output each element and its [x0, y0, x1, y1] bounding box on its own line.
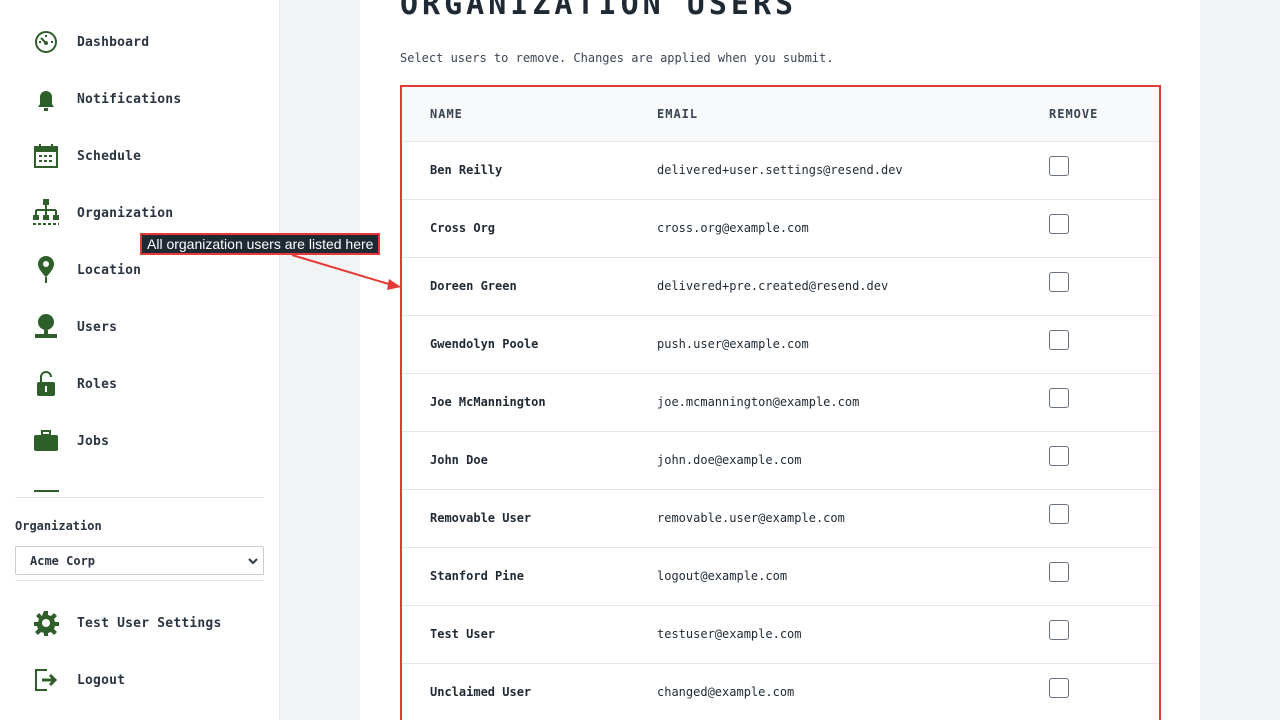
dashboard-icon: [30, 27, 62, 57]
sidebar-item-roles[interactable]: Roles: [30, 369, 260, 399]
location-pin-icon: [30, 255, 62, 285]
user-email: changed@example.com: [657, 685, 795, 699]
org-selected-value: Acme Corp: [30, 553, 96, 568]
table-row: John Doe john.doe@example.com: [402, 432, 1159, 490]
sidebar: Dashboard Notifications Schedule Organiz…: [0, 0, 280, 720]
users-table: NAME EMAIL REMOVE Ben Reilly delivered+u…: [400, 85, 1161, 720]
user-name: Ben Reilly: [430, 163, 503, 177]
column-header-name: NAME: [430, 107, 463, 121]
table-row: Test User testuser@example.com: [402, 606, 1159, 664]
remove-checkbox[interactable]: [1049, 504, 1069, 524]
sidebar-item-label: Notifications: [77, 91, 182, 107]
user-email: cross.org@example.com: [657, 221, 809, 235]
user-email: delivered+user.settings@resend.dev: [657, 163, 903, 177]
gear-icon: [30, 608, 62, 638]
remove-checkbox[interactable]: [1049, 678, 1069, 698]
user-email: delivered+pre.created@resend.dev: [657, 279, 889, 293]
sidebar-item-logout[interactable]: Logout: [30, 665, 260, 695]
sidebar-item-label: Roles: [77, 376, 118, 392]
table-row: Ben Reilly delivered+user.settings@resen…: [402, 142, 1159, 200]
remove-checkbox[interactable]: [1049, 214, 1069, 234]
remove-checkbox[interactable]: [1049, 620, 1069, 640]
remove-checkbox[interactable]: [1049, 330, 1069, 350]
user-email: joe.mcmannington@example.com: [657, 395, 860, 409]
sidebar-item-partial[interactable]: [30, 483, 260, 492]
sidebar-item-label: Organization: [77, 205, 174, 221]
remove-checkbox[interactable]: [1049, 562, 1069, 582]
user-name: Test User: [430, 627, 496, 641]
user-email: logout@example.com: [657, 569, 788, 583]
sidebar-item-label: Logout: [77, 672, 126, 688]
table-row: Gwendolyn Poole push.user@example.com: [402, 316, 1159, 374]
user-name: Doreen Green: [430, 279, 517, 293]
calendar-icon: [30, 141, 62, 171]
remove-checkbox[interactable]: [1049, 156, 1069, 176]
bell-icon: [30, 84, 62, 114]
column-header-remove: REMOVE: [1049, 107, 1099, 121]
user-name: Stanford Pine: [430, 569, 524, 583]
remove-checkbox[interactable]: [1049, 388, 1069, 408]
remove-checkbox[interactable]: [1049, 272, 1069, 292]
table-row: Stanford Pine logout@example.com: [402, 548, 1159, 606]
user-name: Joe McMannington: [430, 395, 546, 409]
chevron-down-icon: [247, 555, 259, 570]
sidebar-item-label: Users: [77, 319, 118, 335]
sidebar-item-label: Test User Settings: [77, 615, 222, 631]
sidebar-item-label: Schedule: [77, 148, 142, 164]
org-chart-icon: [30, 198, 62, 228]
logout-icon: [30, 665, 62, 695]
page-title: ORGANIZATION USERS: [400, 0, 798, 22]
sidebar-item-label: Dashboard: [77, 34, 150, 50]
table-header: NAME EMAIL REMOVE: [402, 87, 1159, 142]
annotation-callout: All organization users are listed here: [140, 233, 381, 255]
user-email: testuser@example.com: [657, 627, 802, 641]
sidebar-item-notifications[interactable]: Notifications: [30, 84, 260, 114]
sidebar-item-jobs[interactable]: Jobs: [30, 426, 260, 456]
remove-checkbox[interactable]: [1049, 446, 1069, 466]
user-name: Gwendolyn Poole: [430, 337, 539, 351]
page-subtitle: Select users to remove. Changes are appl…: [400, 51, 834, 65]
table-row: Joe McMannington joe.mcmannington@exampl…: [402, 374, 1159, 432]
table-row: Unclaimed User changed@example.com: [402, 664, 1159, 720]
user-email: push.user@example.com: [657, 337, 809, 351]
table-row: Doreen Green delivered+pre.created@resen…: [402, 258, 1159, 316]
sidebar-divider: [15, 580, 264, 581]
clipboard-icon: [30, 483, 62, 492]
user-name: Removable User: [430, 511, 532, 525]
user-email: removable.user@example.com: [657, 511, 845, 525]
user-email: john.doe@example.com: [657, 453, 802, 467]
sidebar-item-organization[interactable]: Organization: [30, 198, 260, 228]
sidebar-divider: [15, 497, 264, 498]
table-row: Cross Org cross.org@example.com: [402, 200, 1159, 258]
user-name: Cross Org: [430, 221, 496, 235]
sidebar-item-test-user-settings[interactable]: Test User Settings: [30, 608, 260, 638]
sidebar-item-users[interactable]: Users: [30, 312, 260, 342]
user-name: Unclaimed User: [430, 685, 532, 699]
sidebar-item-location[interactable]: Location: [30, 255, 260, 285]
sidebar-item-label: Location: [77, 262, 142, 278]
sidebar-item-schedule[interactable]: Schedule: [30, 141, 260, 171]
org-label: Organization: [15, 519, 102, 533]
table-row: Removable User removable.user@example.co…: [402, 490, 1159, 548]
sidebar-item-label: Jobs: [77, 433, 110, 449]
briefcase-icon: [30, 426, 62, 456]
column-header-email: EMAIL: [657, 107, 699, 121]
user-name: John Doe: [430, 453, 488, 467]
organization-select[interactable]: Acme Corp: [15, 546, 264, 575]
sidebar-item-dashboard[interactable]: Dashboard: [30, 27, 260, 57]
unlock-icon: [30, 369, 62, 399]
user-icon: [30, 312, 62, 342]
